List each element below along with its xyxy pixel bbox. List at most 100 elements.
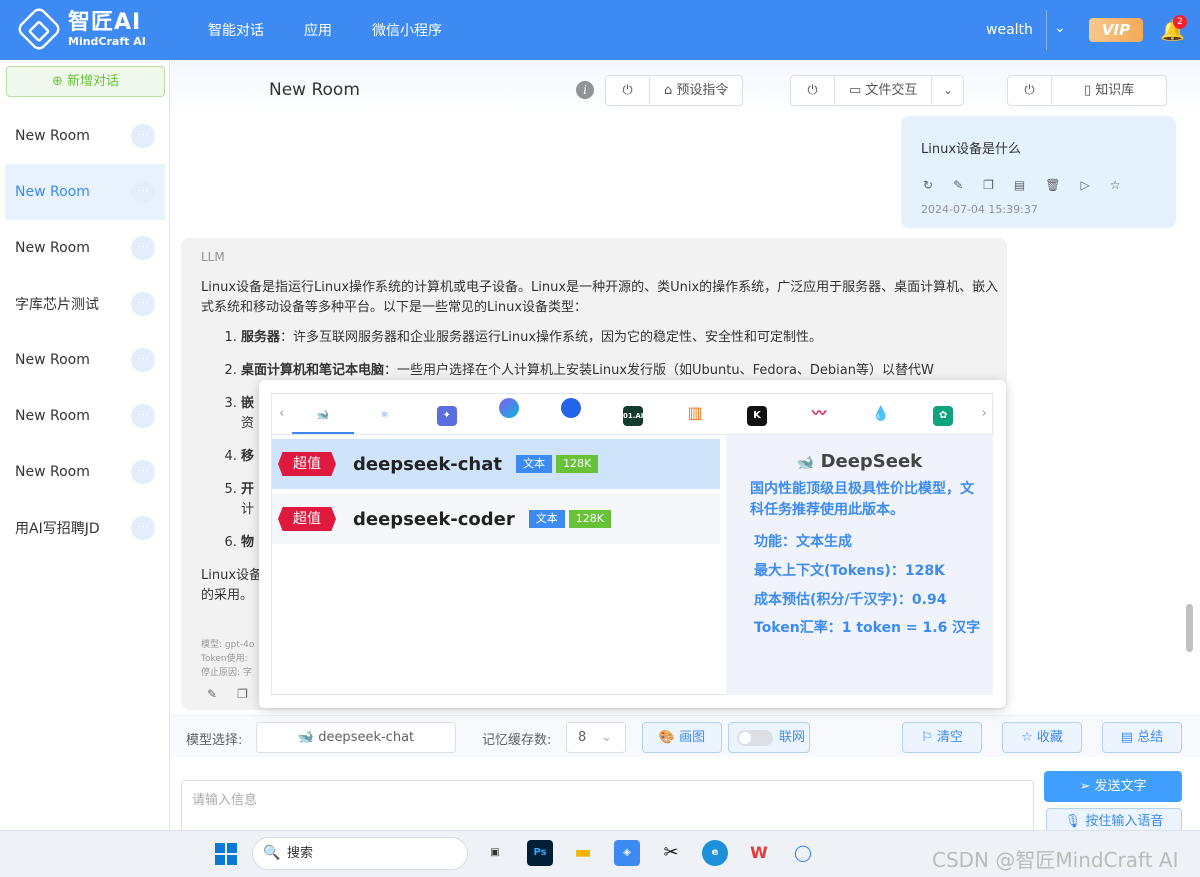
chat-bubble-icon[interactable]: ◯ [790, 840, 816, 866]
more-icon[interactable]: ··· [131, 180, 155, 204]
detail-context: 最大上下文(Tokens)：128K [754, 563, 945, 579]
chevron-down-icon[interactable]: ⌄ [931, 76, 963, 105]
provider-k[interactable]: K [726, 394, 788, 434]
star-icon[interactable]: ☆ [1110, 178, 1121, 192]
room-item[interactable]: 字库芯片测试 ··· [5, 276, 165, 332]
power-icon[interactable]: ⏻ [791, 76, 835, 105]
wps-icon[interactable]: W [746, 840, 772, 866]
provider-5[interactable] [540, 394, 602, 434]
edit-icon[interactable]: ✎ [953, 178, 963, 192]
nav-miniprogram[interactable]: 微信小程序 [372, 20, 442, 40]
edit-icon[interactable]: ✎ [207, 687, 217, 701]
user-message: Linux设备是什么 ↻ ✎ ❐ ▤ 🗑 ▷ ☆ 2024-07-04 15:3… [901, 116, 1176, 228]
edge-icon[interactable]: e [702, 840, 728, 866]
scrollbar[interactable] [1186, 604, 1193, 652]
01ai-icon: 01.AI [622, 406, 643, 426]
web-toggle[interactable]: 联网 [728, 722, 810, 753]
model-name: deepseek-chat [353, 453, 502, 475]
copy-icon[interactable]: ❐ [983, 178, 994, 192]
message-time: 2024-07-04 15:39:37 [921, 203, 1038, 216]
new-chat-button[interactable]: ⊕ 新增对话 [6, 66, 165, 97]
provider-01ai[interactable]: 01.AI [602, 394, 664, 434]
capcut-icon[interactable]: ✂ [658, 840, 684, 866]
summary-button[interactable]: ▤ 总结 [1102, 722, 1182, 753]
delete-icon[interactable]: 🗑 [1045, 178, 1060, 192]
logo[interactable]: 智匠AI MindCraft AI [15, 5, 146, 53]
kb-button[interactable]: ▯ 知识库 [1052, 76, 1166, 105]
provider-3[interactable]: ✦ [416, 394, 478, 434]
provider-7[interactable]: ▥ [664, 394, 726, 434]
item-title: 嵌 [241, 396, 255, 411]
room-label: New Room [15, 184, 90, 200]
send-label: 发送文字 [1094, 779, 1147, 794]
room-item[interactable]: 用AI写招聘JD ··· [5, 500, 165, 556]
room-item[interactable]: New Room ··· [5, 220, 165, 276]
preset-label: 预设指令 [676, 83, 729, 98]
room-item-active[interactable]: New Room ··· [5, 164, 165, 220]
more-icon[interactable]: ··· [131, 516, 155, 540]
provider-10[interactable]: 💧 [850, 394, 912, 434]
detail-description: 国内性能顶级且极具性价比模型，文科任务推荐使用此版本。 [750, 481, 974, 518]
room-item[interactable]: New Room ··· [5, 388, 165, 444]
room-item[interactable]: New Room ··· [5, 108, 165, 164]
preset-button[interactable]: ⌂ 预设指令 [650, 76, 742, 105]
stripes-icon: ▥ [687, 403, 703, 422]
more-icon[interactable]: ··· [131, 236, 155, 260]
memory-label: 记忆缓存数: [482, 733, 552, 748]
info-icon[interactable]: i [576, 81, 594, 99]
draw-button[interactable]: 🎨 画图 [642, 722, 722, 753]
username[interactable]: wealth [986, 22, 1033, 38]
vip-badge[interactable]: VIP [1089, 18, 1143, 42]
new-chat-label: 新增对话 [67, 74, 120, 89]
chevron-left-icon[interactable]: ‹ [272, 394, 292, 434]
model-option[interactable]: 超值 deepseek-coder 文本 128K [272, 494, 720, 544]
provider-9[interactable]: 〰 [788, 394, 850, 434]
clear-button[interactable]: ⚐ 清空 [902, 722, 982, 753]
message-actions: ↻ ✎ ❐ ▤ 🗑 ▷ ☆ [923, 178, 1120, 192]
copy-all-icon[interactable]: ▤ [1014, 178, 1025, 192]
type-tag: 文本 [516, 455, 552, 473]
file-group: ⏻ ▭ 文件交互 ⌄ [790, 75, 965, 106]
provider-deepseek[interactable]: 🐋 [291, 394, 354, 434]
refresh-icon[interactable]: ↻ [923, 178, 933, 192]
mindcraft-icon[interactable]: ◈ [614, 840, 640, 866]
file-button[interactable]: ▭ 文件交互 [835, 76, 931, 105]
model-select-value: deepseek-chat [318, 730, 415, 745]
power-icon[interactable]: ⏻ [606, 76, 650, 105]
taskview-icon[interactable]: ▣ [482, 840, 508, 866]
memory-select[interactable]: 8 ⌄ [566, 722, 626, 753]
provider-atom[interactable]: ⚛ [354, 394, 416, 434]
taskbar-search[interactable]: 🔍 搜索 [252, 837, 468, 870]
provider-chatgpt[interactable]: ✿ [912, 394, 974, 434]
globe-icon [560, 398, 581, 418]
room-label: New Room [15, 408, 90, 424]
model-select[interactable]: 🐋 deepseek-chat [256, 722, 456, 753]
more-icon[interactable]: ··· [131, 124, 155, 148]
room-item[interactable]: New Room ··· [5, 332, 165, 388]
detail-brand-name: DeepSeek [820, 451, 923, 472]
more-icon[interactable]: ··· [131, 404, 155, 428]
user-message-text: Linux设备是什么 [921, 142, 1022, 157]
more-icon[interactable]: ··· [131, 460, 155, 484]
send-button[interactable]: ➢ 发送文字 [1044, 771, 1182, 802]
windows-icon[interactable] [215, 843, 237, 865]
toggle-switch[interactable] [737, 730, 773, 746]
model-option-selected[interactable]: 超值 deepseek-chat 文本 128K [272, 439, 720, 489]
more-icon[interactable]: ··· [131, 292, 155, 316]
nav-chat[interactable]: 智能对话 [208, 20, 264, 40]
power-icon[interactable]: ⏻ [1008, 76, 1052, 105]
item-text: 资 [241, 416, 255, 431]
photoshop-icon[interactable]: Ps [527, 840, 553, 866]
play-icon[interactable]: ▷ [1080, 178, 1089, 192]
room-item[interactable]: New Room ··· [5, 444, 165, 500]
more-icon[interactable]: ··· [131, 348, 155, 372]
favorite-label: 收藏 [1036, 730, 1063, 745]
provider-4[interactable] [478, 394, 540, 434]
favorite-button[interactable]: ☆ 收藏 [1002, 722, 1082, 753]
nav-apps[interactable]: 应用 [304, 20, 332, 40]
copy-icon[interactable]: ❐ [237, 687, 248, 701]
chevron-right-icon[interactable]: › [974, 394, 994, 434]
item-text: ：许多互联网服务器和企业服务器运行Linux操作系统，因为它的稳定性、安全性和可… [280, 330, 823, 345]
folder-icon[interactable]: ▬ [570, 840, 596, 866]
chevron-down-icon[interactable]: ⌄ [1054, 20, 1066, 36]
